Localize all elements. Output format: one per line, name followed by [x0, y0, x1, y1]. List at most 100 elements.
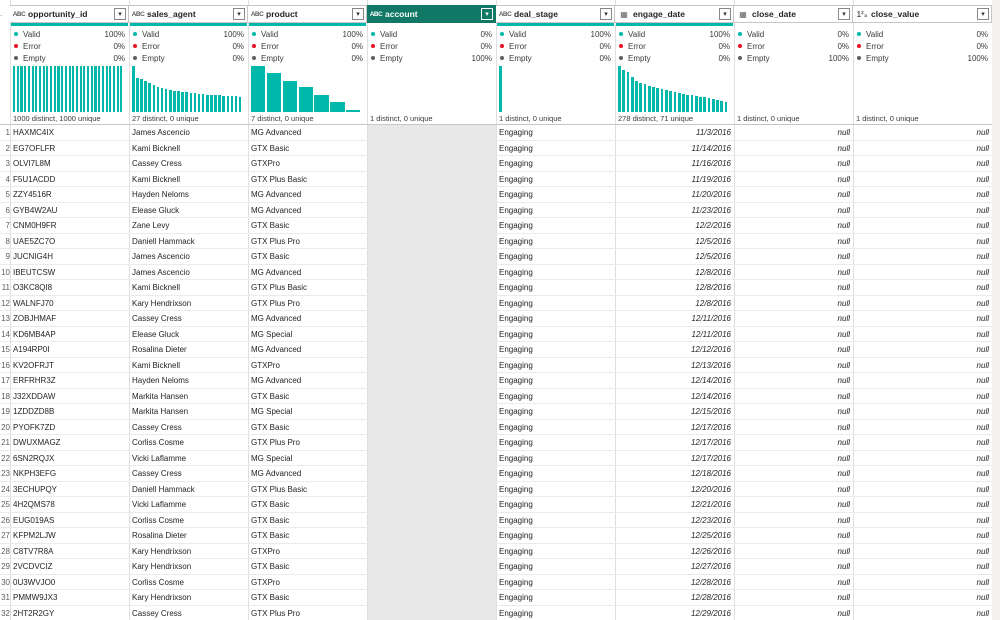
cell-close-date-null[interactable]: null — [737, 423, 850, 432]
cell-close-value-null[interactable]: null — [856, 128, 989, 137]
cell-deal-stage[interactable]: Engaging — [499, 144, 612, 153]
table-row[interactable]: 1 HAXMC4IX James Ascencio MG Advanced Engagi… — [0, 125, 1000, 141]
cell-sales-agent[interactable]: Elease Gluck — [132, 206, 245, 215]
cell-product[interactable]: MG Special — [251, 454, 364, 463]
cell-close-value-null[interactable]: null — [856, 516, 989, 525]
cell-close-date-null[interactable]: null — [737, 159, 850, 168]
cell-product[interactable]: MG Advanced — [251, 190, 364, 199]
cell-close-value-null[interactable]: null — [856, 299, 989, 308]
type-text-icon[interactable]: ABC — [248, 11, 266, 18]
cell-product[interactable]: MG Advanced — [251, 128, 364, 137]
cell-close-date-null[interactable]: null — [737, 547, 850, 556]
cell-opportunity-id[interactable]: KV2OFRJT — [13, 361, 126, 370]
cell-opportunity-id[interactable]: 3ECHUPQY — [13, 485, 126, 494]
cell-opportunity-id[interactable]: ERFRHR3Z — [13, 376, 126, 385]
table-row[interactable]: 11 O3KC8QI8 Kami Bicknell GTX Plus Basic Eng… — [0, 280, 1000, 296]
cell-opportunity-id[interactable]: KD6MB4AP — [13, 330, 126, 339]
cell-deal-stage[interactable]: Engaging — [499, 516, 612, 525]
cell-opportunity-id[interactable]: NKPH3EFG — [13, 469, 126, 478]
cell-engage-date[interactable]: 12/27/2016 — [618, 562, 731, 571]
filter-dropdown-icon[interactable]: ▾ — [114, 8, 126, 20]
cell-engage-date[interactable]: 12/26/2016 — [618, 547, 731, 556]
cell-product[interactable]: GTX Plus Basic — [251, 175, 364, 184]
cell-opportunity-id[interactable]: 4H2QMS78 — [13, 500, 126, 509]
cell-close-date-null[interactable]: null — [737, 144, 850, 153]
cell-close-date-null[interactable]: null — [737, 516, 850, 525]
filter-dropdown-icon[interactable]: ▾ — [838, 8, 850, 20]
cell-engage-date[interactable]: 12/8/2016 — [618, 299, 731, 308]
cell-opportunity-id[interactable]: UAE5ZC7O — [13, 237, 126, 246]
cell-product[interactable]: MG Advanced — [251, 268, 364, 277]
cell-product[interactable]: GTXPro — [251, 578, 364, 587]
cell-engage-date[interactable]: 11/19/2016 — [618, 175, 731, 184]
cell-engage-date[interactable]: 12/18/2016 — [618, 469, 731, 478]
cell-close-date-null[interactable]: null — [737, 469, 850, 478]
cell-sales-agent[interactable]: Kary Hendrixson — [132, 547, 245, 556]
cell-product[interactable]: MG Special — [251, 407, 364, 416]
cell-deal-stage[interactable]: Engaging — [499, 128, 612, 137]
cell-engage-date[interactable]: 12/28/2016 — [618, 578, 731, 587]
cell-close-date-null[interactable]: null — [737, 578, 850, 587]
cell-deal-stage[interactable]: Engaging — [499, 547, 612, 556]
cell-opportunity-id[interactable]: PYOFK7ZD — [13, 423, 126, 432]
cell-opportunity-id[interactable]: O3KC8QI8 — [13, 283, 126, 292]
cell-deal-stage[interactable]: Engaging — [499, 469, 612, 478]
cell-sales-agent[interactable]: Elease Gluck — [132, 330, 245, 339]
cell-product[interactable]: GTXPro — [251, 361, 364, 370]
cell-sales-agent[interactable]: Vicki Laflamme — [132, 500, 245, 509]
cell-sales-agent[interactable]: Cassey Cress — [132, 469, 245, 478]
cell-sales-agent[interactable]: Kary Hendrixson — [132, 299, 245, 308]
cell-close-date-null[interactable]: null — [737, 330, 850, 339]
cell-opportunity-id[interactable]: IBEUTCSW — [13, 268, 126, 277]
cell-opportunity-id[interactable]: J32XDDAW — [13, 392, 126, 401]
cell-sales-agent[interactable]: Corliss Cosme — [132, 516, 245, 525]
cell-engage-date[interactable]: 12/17/2016 — [618, 423, 731, 432]
cell-close-date-null[interactable]: null — [737, 268, 850, 277]
column-header-opportunity-id[interactable]: ABC opportunity_id ▾ — [10, 5, 129, 23]
cell-engage-date[interactable]: 12/2/2016 — [618, 221, 731, 230]
cell-deal-stage[interactable]: Engaging — [499, 423, 612, 432]
cell-sales-agent[interactable]: Zane Levy — [132, 221, 245, 230]
cell-sales-agent[interactable]: James Ascencio — [132, 128, 245, 137]
cell-close-date-null[interactable]: null — [737, 237, 850, 246]
cell-engage-date[interactable]: 12/23/2016 — [618, 516, 731, 525]
cell-sales-agent[interactable]: Kami Bicknell — [132, 283, 245, 292]
cell-close-date-null[interactable]: null — [737, 314, 850, 323]
cell-deal-stage[interactable]: Engaging — [499, 237, 612, 246]
cell-engage-date[interactable]: 11/20/2016 — [618, 190, 731, 199]
cell-sales-agent[interactable]: Markita Hansen — [132, 392, 245, 401]
column-header-close-value[interactable]: 1²₃ close_value ▾ — [853, 5, 992, 23]
cell-deal-stage[interactable]: Engaging — [499, 531, 612, 540]
column-header-sales-agent[interactable]: ABC sales_agent ▾ — [129, 5, 248, 23]
cell-sales-agent[interactable]: Rosalina Dieter — [132, 345, 245, 354]
cell-engage-date[interactable]: 12/14/2016 — [618, 376, 731, 385]
column-header-engage-date[interactable]: ▦ engage_date ▾ — [615, 5, 734, 23]
cell-close-value-null[interactable]: null — [856, 159, 989, 168]
cell-deal-stage[interactable]: Engaging — [499, 438, 612, 447]
cell-product[interactable]: GTX Plus Basic — [251, 485, 364, 494]
cell-close-value-null[interactable]: null — [856, 330, 989, 339]
cell-deal-stage[interactable]: Engaging — [499, 175, 612, 184]
cell-product[interactable]: GTX Basic — [251, 593, 364, 602]
cell-sales-agent[interactable]: James Ascencio — [132, 252, 245, 261]
cell-close-value-null[interactable]: null — [856, 283, 989, 292]
cell-close-value-null[interactable]: null — [856, 454, 989, 463]
cell-engage-date[interactable]: 11/16/2016 — [618, 159, 731, 168]
cell-deal-stage[interactable]: Engaging — [499, 562, 612, 571]
cell-engage-date[interactable]: 11/23/2016 — [618, 206, 731, 215]
cell-sales-agent[interactable]: Daniell Hammack — [132, 485, 245, 494]
type-calendar-icon[interactable]: ▦ — [615, 10, 633, 19]
cell-close-value-null[interactable]: null — [856, 144, 989, 153]
cell-deal-stage[interactable]: Engaging — [499, 500, 612, 509]
cell-deal-stage[interactable]: Engaging — [499, 190, 612, 199]
cell-close-date-null[interactable]: null — [737, 593, 850, 602]
table-row[interactable]: 10 IBEUTCSW James Ascencio MG Advanced Engag… — [0, 265, 1000, 280]
filter-dropdown-icon[interactable]: ▾ — [977, 8, 989, 20]
type-calendar-icon[interactable]: ▦ — [734, 10, 752, 19]
cell-opportunity-id[interactable]: 6SN2RQJX — [13, 454, 126, 463]
cell-engage-date[interactable]: 12/14/2016 — [618, 392, 731, 401]
cell-close-date-null[interactable]: null — [737, 562, 850, 571]
cell-deal-stage[interactable]: Engaging — [499, 268, 612, 277]
cell-product[interactable]: GTX Plus Pro — [251, 609, 364, 618]
cell-close-date-null[interactable]: null — [737, 299, 850, 308]
